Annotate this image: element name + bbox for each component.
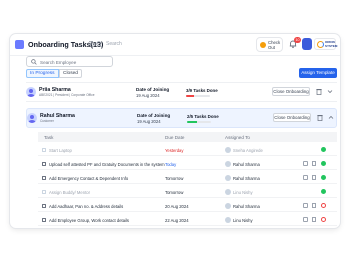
avatar (225, 175, 231, 181)
table-row[interactable]: Add Emergency Contact & Dependent Info To… (38, 172, 337, 184)
task-name: Add Emergency Contact & Dependent Info (49, 176, 129, 181)
avatar (27, 113, 37, 123)
table-row[interactable]: Start Laptop Yesterday Sneha Angirede (38, 144, 337, 156)
employee-details: Customer (40, 119, 54, 123)
task-due-date: 22 Aug 2024 (165, 218, 189, 223)
table-row[interactable]: Assign Buddy/ Mentor Tomorrow Linu Nishy (38, 186, 337, 198)
trash-icon[interactable] (316, 88, 322, 95)
task-table-header: Task Due Date Assigned To (38, 132, 337, 142)
check-out-label: Check Out (268, 40, 281, 50)
task-assignee: Rahul Sharma (233, 176, 260, 181)
edit-icon[interactable] (303, 203, 308, 208)
task-assignee: Rahul Sharma (233, 204, 260, 209)
task-status-icon[interactable] (321, 203, 326, 208)
close-onboarding-button[interactable]: Close Onboarding (272, 87, 310, 96)
task-due-date: Yesterday (165, 148, 184, 153)
task-type-icon (42, 176, 46, 180)
task-name: Upload self attested PF and Gratuity Doc… (49, 162, 165, 167)
column-header-task: Task (44, 135, 54, 140)
task-status-icon[interactable] (321, 147, 326, 152)
employee-search-placeholder: Search Employee (40, 59, 77, 65)
edit-icon[interactable] (303, 217, 308, 222)
employee-row[interactable]: Priia Sharma ABE2021 | President | Corpo… (26, 82, 337, 102)
table-row[interactable]: Add Aadhaar, Pan no. & Address details 20… (38, 200, 337, 212)
assign-template-button[interactable]: Assign Template (299, 68, 337, 78)
task-table: Task Due Date Assigned To Start Laptop Ye… (38, 132, 337, 228)
check-out-button[interactable]: Check Out (256, 37, 283, 52)
avatar (26, 87, 36, 97)
table-row[interactable]: Add Employee Group, Work contact details… (38, 214, 337, 226)
task-assignee: Rahul Sharma (233, 162, 260, 167)
onboarding-window: Onboarding Tasks(13) Search Check Out 10… (10, 34, 340, 228)
task-type-icon (42, 190, 46, 194)
chevron-down-icon[interactable] (327, 89, 333, 94)
task-type-icon (42, 162, 46, 166)
task-name: Assign Buddy/ Mentor (49, 190, 90, 195)
joining-date-label: Date of Joining (136, 87, 170, 92)
task-type-icon (42, 148, 46, 152)
trash-icon[interactable] (312, 203, 316, 208)
employee-details: ABE2021 | President | Corporate Office (39, 93, 95, 97)
task-status-icon[interactable] (321, 175, 326, 180)
task-type-icon (42, 204, 46, 208)
trash-icon[interactable] (312, 175, 316, 180)
company-logo-icon (317, 41, 324, 48)
task-name: Start Laptop (49, 148, 72, 153)
avatar (225, 217, 231, 223)
tasks-done-count: 2/5 Tasks Done (187, 114, 219, 119)
tasks-done-count: 3/9 Tasks Done (186, 88, 218, 93)
edit-icon[interactable] (303, 161, 308, 166)
task-type-icon (42, 218, 46, 222)
tasks-progress-bar (187, 121, 211, 123)
column-header-due-date: Due Date (165, 135, 185, 140)
column-header-assigned-to: Assigned To (225, 135, 250, 140)
header-bar: Onboarding Tasks(13) Search Check Out 10… (10, 34, 340, 56)
task-assignee: Linu Nishy (233, 218, 253, 223)
trash-icon[interactable] (317, 114, 323, 121)
task-assignee: Linu Nishy (233, 190, 253, 195)
edit-icon[interactable] (303, 175, 308, 180)
employee-search-input[interactable]: Search Employee (26, 56, 113, 67)
tab-closed[interactable]: Closed (59, 69, 82, 78)
task-due-date: Tomorrow (165, 176, 184, 181)
task-name: Add Employee Group, Work contact details (49, 218, 129, 223)
task-assignee: Sneha Angirede (233, 148, 263, 153)
task-name: Add Aadhaar, Pan no. & Address details (49, 204, 124, 209)
clock-icon (260, 42, 266, 48)
tasks-progress-bar (186, 95, 210, 97)
table-row[interactable]: Upload self attested PF and Gratuity Doc… (38, 158, 337, 170)
task-due-date: 20 Aug 2024 (165, 204, 189, 209)
chevron-up-icon[interactable] (328, 115, 334, 120)
gear-icon[interactable] (87, 40, 95, 48)
tab-in-progress[interactable]: In Progress (26, 69, 59, 78)
global-search-placeholder: Search (106, 41, 122, 47)
company-logo: ORION SYSTEM (314, 38, 338, 50)
app-logo-icon (15, 40, 24, 49)
company-name: ORION SYSTEM (325, 40, 338, 48)
task-status-icon[interactable] (321, 189, 326, 194)
task-status-icon[interactable] (321, 161, 326, 166)
avatar (225, 203, 231, 209)
trash-icon[interactable] (312, 217, 316, 222)
notification-badge: 10 (294, 37, 301, 43)
joining-date: 19 Aug 2024 (136, 93, 160, 98)
search-icon (96, 41, 103, 48)
employee-row-expanded[interactable]: Rahul Sharma Customer Date of Joining 19… (26, 108, 337, 128)
trash-icon[interactable] (312, 161, 316, 166)
task-due-date: Tomorrow (165, 190, 184, 195)
search-icon (31, 59, 37, 65)
avatar (225, 147, 231, 153)
avatar (225, 189, 231, 195)
task-due-date: Today (165, 162, 177, 167)
global-search[interactable]: Search (96, 40, 246, 50)
close-onboarding-button[interactable]: Close Onboarding (273, 113, 311, 122)
joining-date: 19 Aug 2024 (137, 119, 161, 124)
task-status-icon[interactable] (321, 217, 326, 222)
chat-button[interactable] (302, 38, 312, 50)
joining-date-label: Date of Joining (137, 113, 171, 118)
avatar (225, 161, 231, 167)
